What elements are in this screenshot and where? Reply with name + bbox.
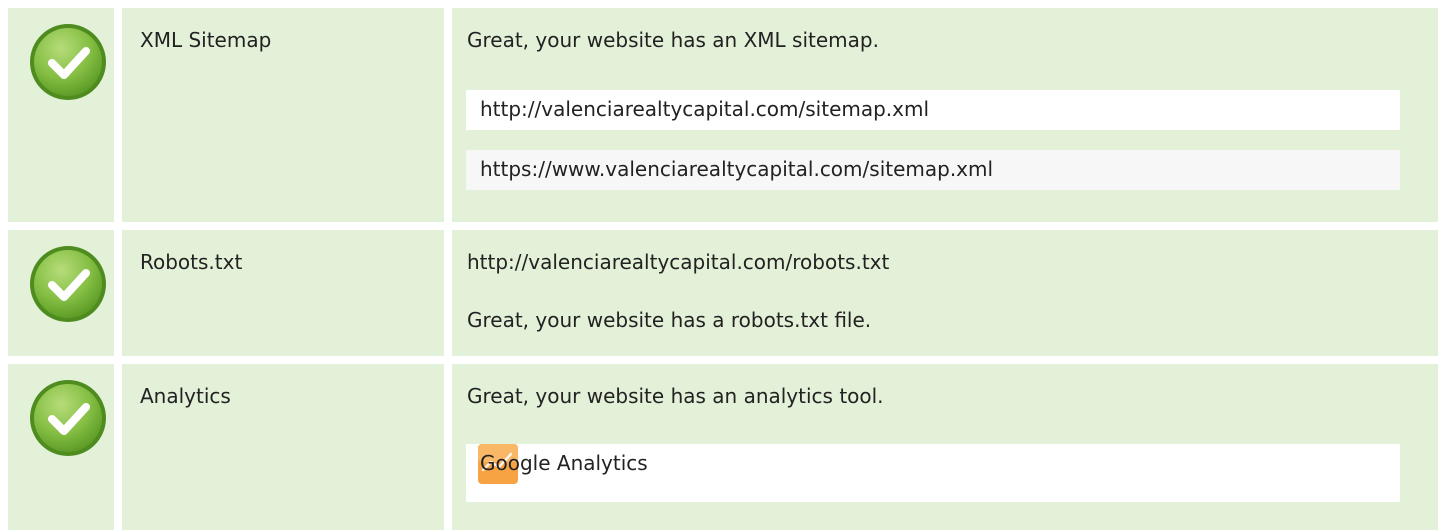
sitemap-url-item: http://valenciarealtycapital.com/sitemap… (466, 90, 1400, 130)
check-value-cell: http://valenciarealtycapital.com/robots.… (452, 230, 1438, 356)
check-circle-icon (28, 22, 108, 102)
analytics-tool-item: Google Analytics (466, 444, 1400, 502)
row-xml-sitemap: XML Sitemap Great, your website has an X… (0, 8, 1438, 222)
check-message: Great, your website has an XML sitemap. (467, 28, 879, 52)
status-cell (8, 230, 114, 356)
seo-checks-table: XML Sitemap Great, your website has an X… (0, 0, 1438, 530)
check-name-cell: Robots.txt (122, 230, 444, 356)
row-analytics: Analytics Great, your website has an ana… (0, 364, 1438, 530)
analytics-tool-label: Google Analytics (480, 451, 648, 475)
check-message: Great, your website has an analytics too… (467, 384, 884, 408)
check-circle-icon (28, 244, 108, 324)
check-name: XML Sitemap (140, 28, 272, 52)
check-value-cell: Great, your website has an XML sitemap. … (452, 8, 1438, 222)
robots-url: http://valenciarealtycapital.com/robots.… (467, 250, 890, 274)
check-name-cell: XML Sitemap (122, 8, 444, 222)
check-name: Analytics (140, 384, 231, 408)
sitemap-url-item: https://www.valenciarealtycapital.com/si… (466, 150, 1400, 190)
sitemap-url: http://valenciarealtycapital.com/sitemap… (480, 97, 930, 121)
status-cell (8, 364, 114, 530)
check-name: Robots.txt (140, 250, 243, 274)
status-cell (8, 8, 114, 222)
row-robots-txt: Robots.txt http://valenciarealtycapital.… (0, 230, 1438, 356)
sitemap-url: https://www.valenciarealtycapital.com/si… (480, 157, 994, 181)
check-message: Great, your website has a robots.txt fil… (467, 308, 872, 332)
check-circle-icon (28, 378, 108, 458)
check-name-cell: Analytics (122, 364, 444, 530)
check-value-cell: Great, your website has an analytics too… (452, 364, 1438, 530)
